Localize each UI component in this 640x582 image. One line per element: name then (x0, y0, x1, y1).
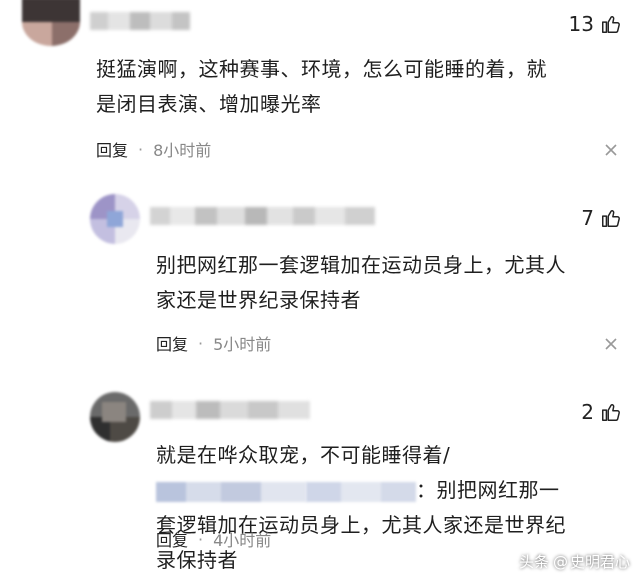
watermark: 头条 @ 史明君心 (519, 551, 630, 572)
separator-dot: · (138, 139, 144, 159)
thumbs-up-icon[interactable] (600, 207, 622, 229)
comment-text: 挺猛演啊，这种赛事、环境，怎么可能睡的着，就是闭目表演、增加曝光率 (96, 57, 547, 116)
like-count: 7 (581, 206, 594, 230)
timestamp: 4小时前 (213, 531, 272, 550)
mention-username[interactable] (156, 481, 306, 502)
comment-meta: 回复 · 8小时前 (96, 137, 211, 161)
avatar[interactable] (90, 194, 140, 244)
comment-text: 就是在哗众取宠，不可能睡得着/：别把网红那一套逻辑加在运动员身上，尤其人家还是世… (156, 438, 576, 578)
username[interactable] (150, 207, 375, 225)
mention-username-continued[interactable] (306, 481, 416, 502)
comment-1: 13 挺猛演啊，这种赛事、环境，怎么可能睡的着，就是闭目表演、增加曝光率 回复 … (0, 0, 640, 180)
username[interactable] (150, 401, 310, 419)
watermark-name: 史明君心 (569, 553, 630, 571)
reply-button[interactable]: 回复 (96, 137, 128, 161)
comment-meta: 回复 · 4小时前 (156, 527, 271, 551)
like-control[interactable]: 13 (569, 12, 622, 36)
separator-dot: · (198, 529, 204, 549)
like-count: 13 (568, 12, 594, 36)
like-control[interactable]: 2 (581, 400, 622, 424)
timestamp: 5小时前 (213, 335, 272, 354)
reply-button[interactable]: 回复 (156, 331, 188, 355)
watermark-prefix: 头条 (518, 553, 549, 571)
comment-2: 7 别把网红那一套逻辑加在运动员身上，尤其人家还是世界纪录保持者 回复 · 5小… (0, 180, 640, 370)
close-icon[interactable] (604, 337, 618, 351)
like-count: 2 (581, 400, 594, 424)
reply-button[interactable]: 回复 (156, 527, 188, 551)
avatar[interactable] (90, 392, 140, 442)
watermark-at: @ (552, 552, 568, 571)
comment-text: 别把网红那一套逻辑加在运动员身上，尤其人家还是世界纪录保持者 (156, 253, 566, 312)
comment-meta: 回复 · 5小时前 (156, 331, 271, 355)
username[interactable] (90, 12, 190, 30)
separator-dot: · (198, 333, 204, 353)
thumbs-up-icon[interactable] (600, 401, 622, 423)
like-control[interactable]: 7 (581, 206, 622, 230)
comment-text-part: 就是在哗众取宠，不可能睡得着/ (156, 443, 451, 467)
close-icon[interactable] (604, 143, 618, 157)
avatar[interactable] (22, 0, 80, 46)
thumbs-up-icon[interactable] (600, 13, 622, 35)
timestamp: 8小时前 (153, 141, 212, 160)
